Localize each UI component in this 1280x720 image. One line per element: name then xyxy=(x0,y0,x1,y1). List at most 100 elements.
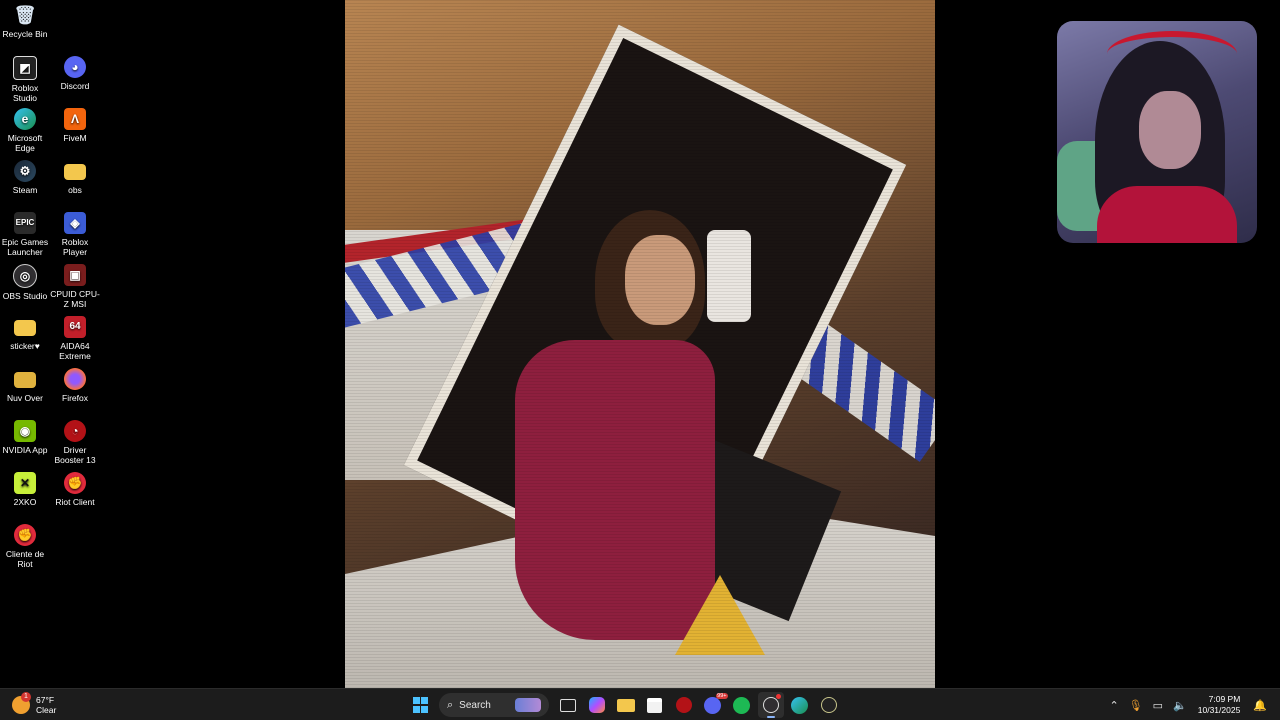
obs-taskbar-button[interactable] xyxy=(757,692,784,718)
system-tray: ⌃ 🎙 ▭ 🔈 7:09 PM 10/31/2025 🔔 xyxy=(1104,691,1272,719)
spotify-icon xyxy=(733,696,750,714)
folder-icon xyxy=(14,320,36,336)
desktop-icon-label: Riot Client xyxy=(55,497,95,507)
copilot-icon xyxy=(588,697,605,713)
desktop-icon-label: Cliente de Riot xyxy=(5,549,45,569)
cpuz-taskbar-button[interactable] xyxy=(816,692,842,718)
notification-bell-icon[interactable]: 🔔 xyxy=(1253,699,1267,712)
folder-icon xyxy=(64,164,86,180)
clock-date: 10/31/2025 xyxy=(1197,705,1241,715)
edge-icon xyxy=(791,696,808,714)
search-label: Search xyxy=(459,699,491,711)
taskbar-clock[interactable]: 7:09 PM 10/31/2025 xyxy=(1198,694,1241,716)
taskbar-search[interactable]: ⌕ Search xyxy=(439,693,549,717)
desktop-icon-discord[interactable]: ◕ Discord xyxy=(50,56,100,91)
desktop-icon-steam[interactable]: ⚙ Steam xyxy=(0,160,50,195)
taskbar-apps: ⌕ Search 99+ xyxy=(406,691,843,719)
desktop-icon-nuv-over[interactable]: Nuv Over xyxy=(0,368,50,403)
desktop-icon-epic-games[interactable]: EPIC Epic Games Launcher xyxy=(0,212,50,257)
weather-moon-icon: 1 xyxy=(12,692,31,714)
start-button[interactable] xyxy=(408,692,434,718)
microsoft-store-button[interactable] xyxy=(642,692,668,718)
desktop-icon-label: Driver Booster 13 xyxy=(54,445,96,465)
riot-client-icon: ✊ xyxy=(14,524,36,546)
discord-notification-badge: 99+ xyxy=(716,693,728,699)
wallpaper-scanlines xyxy=(345,0,935,688)
desktop-icon-label: 2XKO xyxy=(13,497,37,507)
desktop-icon-nvidia[interactable]: ◉ NVIDIA App xyxy=(0,420,50,455)
desktop-icon-cliente-de-riot[interactable]: ✊ Cliente de Riot xyxy=(0,524,50,569)
webcam-person-body xyxy=(1097,186,1237,243)
aida64-icon: 64 xyxy=(64,316,86,338)
desktop-icon-label: sticker♥ xyxy=(10,341,40,351)
file-explorer-button[interactable] xyxy=(613,692,639,718)
taskbar: 1 67°F Clear ⌕ Search 99+ ⌃ 🎙 ▭ 🔈 7:09 P… xyxy=(0,688,1280,720)
spotify-taskbar-button[interactable] xyxy=(729,692,755,718)
desktop-icon-label: FiveM xyxy=(63,133,87,143)
recording-indicator-icon xyxy=(775,694,781,699)
fivem-icon: Λ xyxy=(64,108,86,130)
roblox-studio-icon: ◩ xyxy=(13,56,37,80)
driver-booster-taskbar-button[interactable] xyxy=(671,692,697,718)
desktop-icon-label: Discord xyxy=(60,81,90,91)
desktop-icon-label: Firefox xyxy=(62,393,88,403)
webcam-overlay xyxy=(1057,21,1257,243)
desktop-icon-roblox-player[interactable]: ◈ Roblox Player xyxy=(50,212,100,257)
store-icon xyxy=(647,697,662,713)
desktop-icon-label: AIDA64 Extreme xyxy=(59,341,91,361)
webcam-person-face xyxy=(1139,91,1201,169)
folder-icon xyxy=(14,372,36,388)
desktop-icon-obs-folder[interactable]: obs xyxy=(50,160,100,195)
weather-temperature: 67°F xyxy=(36,695,55,705)
weather-condition: Clear xyxy=(36,705,57,715)
desktop-icon-roblox-studio[interactable]: ◩ Roblox Studio xyxy=(0,56,50,103)
roblox-player-icon: ◈ xyxy=(64,212,86,234)
chevron-up-icon[interactable]: ⌃ xyxy=(1109,699,1118,712)
desktop-icon-label: NVIDIA App xyxy=(2,445,48,455)
desktop-icon-label: CPUID CPU-Z MSI xyxy=(50,289,100,309)
firefox-icon xyxy=(64,368,86,390)
weather-badge: 1 xyxy=(21,692,31,702)
task-view-icon xyxy=(559,698,576,712)
network-icon[interactable]: ▭ xyxy=(1153,699,1163,712)
discord-taskbar-button[interactable]: 99+ xyxy=(700,692,728,718)
desktop-icon-driver-booster[interactable]: ◔ Driver Booster 13 xyxy=(50,420,100,465)
desktop-icon-riot-client[interactable]: ✊ Riot Client xyxy=(50,472,100,507)
epic-games-icon: EPIC xyxy=(14,212,36,234)
discord-icon: ◕ xyxy=(64,56,86,78)
driver-booster-icon: ◔ xyxy=(64,420,86,442)
desktop-icon-obs-studio[interactable]: ◎ OBS Studio xyxy=(0,264,50,301)
nvidia-icon: ◉ xyxy=(14,420,36,442)
weather-widget[interactable]: 1 67°F Clear xyxy=(12,692,56,718)
desktop-icon-aida64[interactable]: 64 AIDA64 Extreme xyxy=(50,316,100,361)
driver-booster-icon xyxy=(675,697,692,713)
microphone-icon[interactable]: 🎙 xyxy=(1129,699,1143,712)
desktop-icon-fivem[interactable]: Λ FiveM xyxy=(50,108,100,143)
cpuz-icon xyxy=(820,697,837,713)
desktop-icon-sticker-folder[interactable]: sticker♥ xyxy=(0,316,50,351)
search-highlight-icon xyxy=(515,698,541,712)
desktop-icon-label: Epic Games Launcher xyxy=(1,237,49,257)
recycle-bin-icon: 🗑 xyxy=(13,5,37,25)
folder-icon xyxy=(616,698,635,712)
volume-icon[interactable]: 🔈 xyxy=(1173,699,1187,712)
edge-taskbar-button[interactable] xyxy=(787,692,813,718)
obs-studio-icon: ◎ xyxy=(13,264,37,288)
desktop-icon-microsoft-edge[interactable]: e Microsoft Edge xyxy=(0,108,50,153)
task-view-button[interactable] xyxy=(555,692,581,718)
desktop-icon-cpuz[interactable]: ▣ CPUID CPU-Z MSI xyxy=(50,264,100,309)
cpuz-icon: ▣ xyxy=(64,264,86,286)
copilot-button[interactable] xyxy=(584,692,610,718)
desktop-wallpaper-photo xyxy=(345,0,935,688)
desktop-icon-label: Steam xyxy=(12,185,38,195)
clock-time: 7:09 PM xyxy=(1208,694,1241,704)
desktop-icon-firefox[interactable]: Firefox xyxy=(50,368,100,403)
2xko-icon: ✕ xyxy=(14,472,36,494)
edge-icon: e xyxy=(14,108,36,130)
desktop-icon-2xko[interactable]: ✕ 2XKO xyxy=(0,472,50,507)
desktop-icon-recycle-bin[interactable]: 🗑 Recycle Bin xyxy=(0,4,50,39)
desktop-icon-label: Roblox Player xyxy=(61,237,89,257)
riot-client-icon: ✊ xyxy=(64,472,86,494)
desktop-icon-label: Recycle Bin xyxy=(2,29,48,39)
desktop-icon-label: obs xyxy=(68,185,82,195)
